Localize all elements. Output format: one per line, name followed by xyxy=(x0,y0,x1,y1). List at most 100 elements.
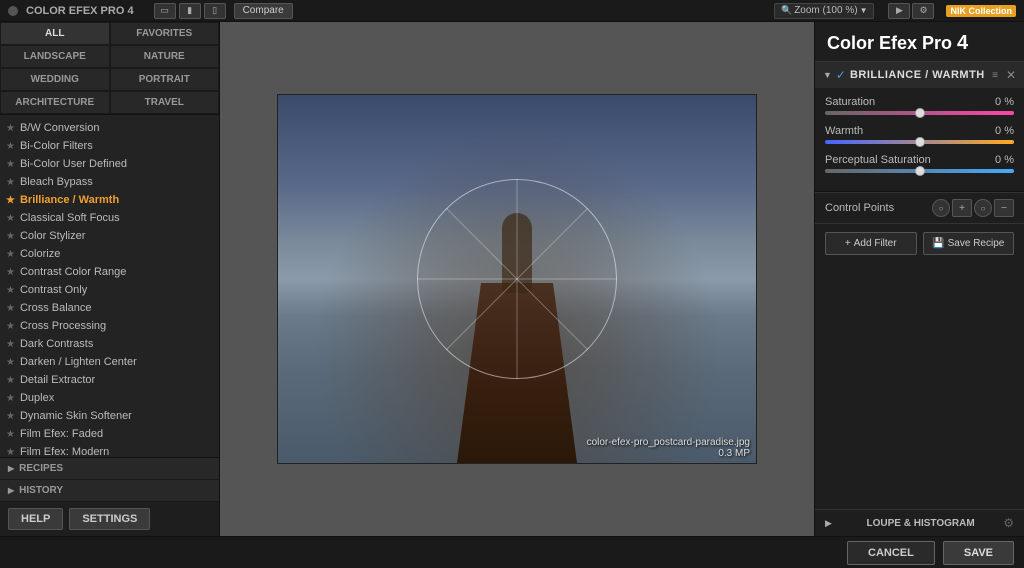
pan-icon[interactable]: ▶ xyxy=(888,3,910,19)
cp-circle-button[interactable]: ○ xyxy=(932,199,950,217)
left-bottom: ▶ RECIPES ▶ HISTORY HELP SETTINGS xyxy=(0,457,219,536)
cp-add-button[interactable]: + xyxy=(952,199,972,217)
add-filter-button[interactable]: + Add Filter xyxy=(825,232,917,255)
star-icon: ★ xyxy=(6,357,15,368)
left-panel: ALL FAVORITES LANDSCAPE NATURE WEDDING P… xyxy=(0,22,220,536)
star-icon: ★ xyxy=(6,123,15,134)
filter-item[interactable]: ★Dark Contrasts xyxy=(0,335,219,353)
save-recipe-button[interactable]: 💾 Save Recipe xyxy=(923,232,1015,255)
filter-label: B/W Conversion xyxy=(20,122,99,134)
filter-item[interactable]: ★ B/W Conversion xyxy=(0,119,219,137)
save-recipe-label: Save Recipe xyxy=(948,238,1005,249)
bottom-buttons: HELP SETTINGS xyxy=(0,502,219,536)
filter-item[interactable]: ★Bi-Color User Defined xyxy=(0,155,219,173)
compare-button[interactable]: Compare xyxy=(234,3,293,19)
section-close-icon[interactable]: ✕ xyxy=(1006,68,1016,82)
bottom-bar: CANCEL SAVE xyxy=(0,536,1024,568)
slider-thumb-warmth[interactable] xyxy=(915,137,925,147)
filter-item[interactable]: ★Colorize xyxy=(0,245,219,263)
filter-label: Film Efex: Faded xyxy=(20,428,103,440)
tab-wedding[interactable]: WEDDING xyxy=(0,68,110,91)
filter-label: Dynamic Skin Softener xyxy=(20,410,132,422)
star-icon: ★ xyxy=(6,159,15,170)
split-view-icon[interactable]: ▯ xyxy=(204,3,226,19)
recipes-toggle[interactable]: ▶ RECIPES xyxy=(0,458,219,480)
tab-travel[interactable]: TRAVEL xyxy=(110,91,220,114)
slider-label-saturation: Saturation xyxy=(825,96,875,108)
zoom-control[interactable]: 🔍 Zoom (100 %) ▼ xyxy=(774,3,875,19)
filter-label: Bi-Color Filters xyxy=(20,140,93,152)
section-header[interactable]: ▼ ✓ BRILLIANCE / WARMTH ≡ ✕ xyxy=(815,62,1024,88)
filter-label: Contrast Color Range xyxy=(20,266,126,278)
filter-item[interactable]: ★ Classical Soft Focus xyxy=(0,209,219,227)
settings-icon[interactable]: ⚙ xyxy=(912,3,934,19)
star-icon: ★ xyxy=(6,141,15,152)
star-icon: ★ xyxy=(6,177,15,188)
filter-item[interactable]: ★ Dynamic Skin Softener xyxy=(0,407,219,425)
control-points-section: Control Points ○ + ○ − xyxy=(815,192,1024,223)
tab-favorites[interactable]: FAVORITES xyxy=(110,22,220,45)
add-icon: + xyxy=(845,238,851,249)
tab-architecture[interactable]: ARCHITECTURE xyxy=(0,91,110,114)
section-check-icon[interactable]: ✓ xyxy=(836,68,846,82)
right-spacer xyxy=(815,263,1024,509)
recipes-arrow-icon: ▶ xyxy=(8,464,14,473)
loupe-settings-icon[interactable]: ⚙ xyxy=(1003,516,1014,530)
filter-label: Brilliance / Warmth xyxy=(20,194,119,206)
filter-item[interactable]: ★Color Stylizer xyxy=(0,227,219,245)
app-title: COLOR EFEX PRO 4 xyxy=(26,5,134,17)
filter-label: Cross Balance xyxy=(20,302,92,314)
slider-track-perceptual[interactable] xyxy=(825,169,1014,173)
star-icon: ★ xyxy=(6,213,15,224)
settings-button[interactable]: SETTINGS xyxy=(69,508,150,530)
app-name-display: Color Efex Pro 4 xyxy=(815,22,1024,61)
star-icon: ★ xyxy=(6,339,15,350)
section-menu-icon[interactable]: ≡ xyxy=(992,70,998,81)
save-button[interactable]: SAVE xyxy=(943,541,1014,565)
filter-item[interactable]: ★ Bleach Bypass xyxy=(0,173,219,191)
filter-item[interactable]: ★Cross Processing xyxy=(0,317,219,335)
filter-item[interactable]: ★Cross Balance xyxy=(0,299,219,317)
filter-label: Colorize xyxy=(20,248,60,260)
filter-label: Bleach Bypass xyxy=(20,176,93,188)
photo-size: 0.3 MP xyxy=(587,448,750,459)
save-recipe-icon: 💾 xyxy=(932,238,944,249)
slider-thumb-saturation[interactable] xyxy=(915,108,925,118)
filter-item[interactable]: ★ Bi-Color Filters xyxy=(0,137,219,155)
cp-circle2-button[interactable]: ○ xyxy=(974,199,992,217)
slider-row-saturation: Saturation 0 % xyxy=(825,96,1014,115)
slider-thumb-perceptual[interactable] xyxy=(915,166,925,176)
filter-label: Darken / Lighten Center xyxy=(20,356,137,368)
canvas-area: color-efex-pro_postcard-paradise.jpg 0.3… xyxy=(220,22,814,536)
star-icon: ★ xyxy=(6,411,15,422)
slider-track-warmth[interactable] xyxy=(825,140,1014,144)
help-button[interactable]: HELP xyxy=(8,508,63,530)
tab-portrait[interactable]: PORTRAIT xyxy=(110,68,220,91)
filter-label: Detail Extractor xyxy=(20,374,95,386)
tab-all[interactable]: ALL xyxy=(0,22,110,45)
filter-item[interactable]: ★Film Efex: Faded xyxy=(0,425,219,443)
loupe-section[interactable]: ▶ LOUPE & HISTOGRAM ⚙ xyxy=(815,509,1024,536)
filter-item[interactable]: ★ Darken / Lighten Center xyxy=(0,353,219,371)
filter-item[interactable]: ★Contrast Color Range xyxy=(0,263,219,281)
photo-container: color-efex-pro_postcard-paradise.jpg 0.3… xyxy=(277,94,757,464)
slider-row-warmth: Warmth 0 % xyxy=(825,125,1014,144)
brilliance-warmth-section: ▼ ✓ BRILLIANCE / WARMTH ≡ ✕ Saturation 0… xyxy=(815,61,1024,192)
sliders-group: Saturation 0 % Warmth 0 % Perceptual Sat… xyxy=(815,88,1024,191)
action-buttons: + Add Filter 💾 Save Recipe xyxy=(815,223,1024,263)
cancel-button[interactable]: CANCEL xyxy=(847,541,935,565)
tab-nature[interactable]: NATURE xyxy=(110,45,220,68)
history-toggle[interactable]: ▶ HISTORY xyxy=(0,480,219,502)
filter-label: Classical Soft Focus xyxy=(20,212,120,224)
tab-landscape[interactable]: LANDSCAPE xyxy=(0,45,110,68)
filter-item[interactable]: ★Film Efex: Modern xyxy=(0,443,219,457)
filter-item[interactable]: ★Duplex xyxy=(0,389,219,407)
filter-item[interactable]: ★Brilliance / Warmth xyxy=(0,191,219,209)
single-view-icon[interactable]: ▭ xyxy=(154,3,176,19)
filter-item[interactable]: ★Detail Extractor xyxy=(0,371,219,389)
cp-minus-button[interactable]: − xyxy=(994,199,1014,217)
slider-track-saturation[interactable] xyxy=(825,111,1014,115)
dual-view-icon[interactable]: ▮ xyxy=(179,3,201,19)
filter-item[interactable]: ★Contrast Only xyxy=(0,281,219,299)
photo-filename: color-efex-pro_postcard-paradise.jpg xyxy=(587,437,750,448)
